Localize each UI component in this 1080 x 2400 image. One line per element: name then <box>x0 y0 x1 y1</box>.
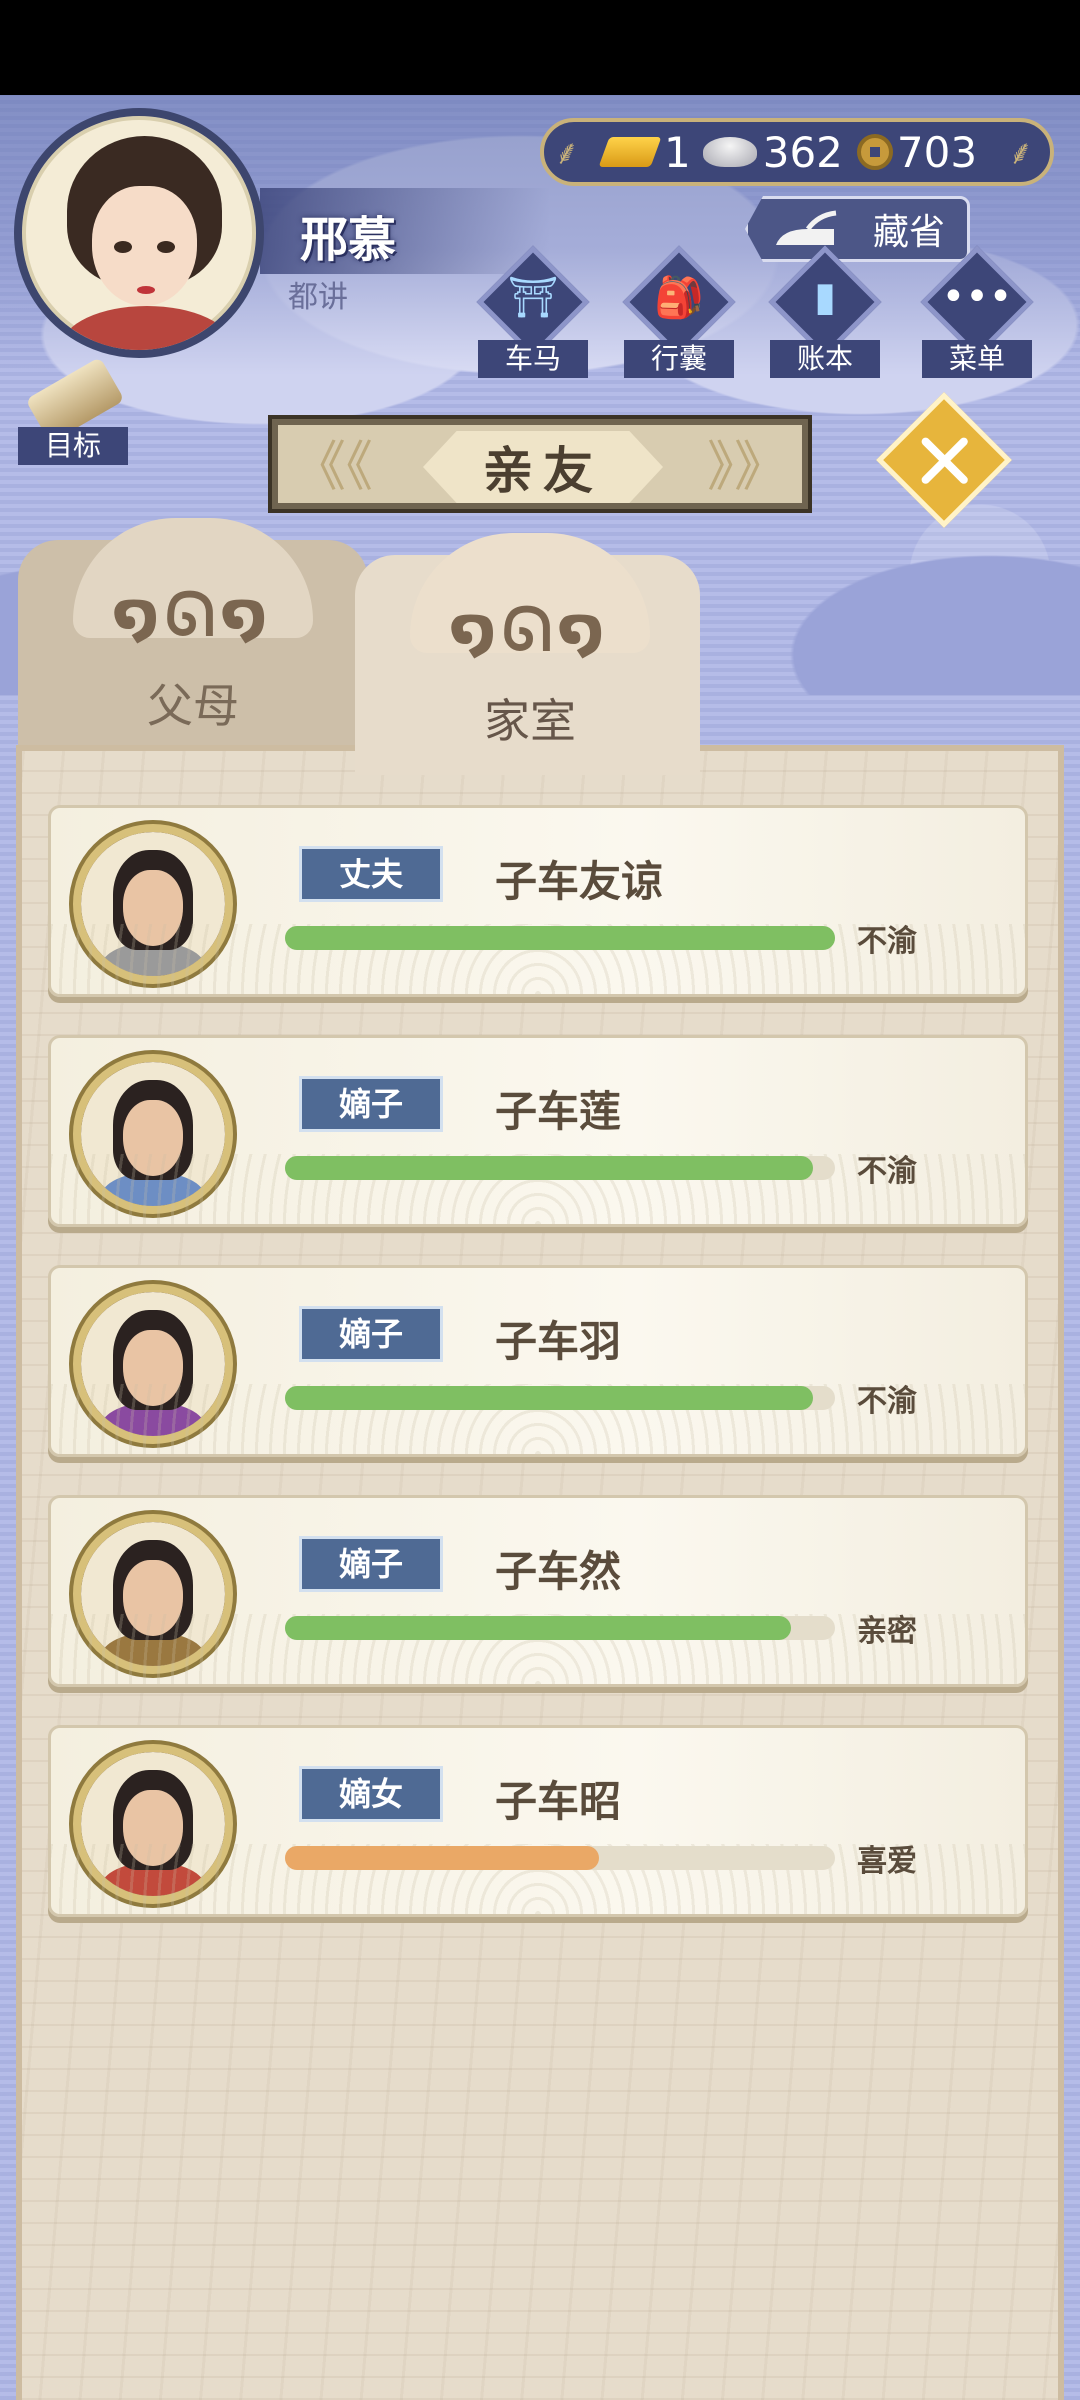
relative-portrait <box>73 1514 233 1674</box>
ledger-icon: ▮ <box>813 274 836 320</box>
more-menu-button[interactable]: ••• 菜单 <box>920 245 1034 382</box>
affinity-bar <box>285 1156 835 1180</box>
avatar-lip <box>137 286 155 294</box>
currency-bar: ⸙ 1 362 703 ⸙ <box>540 118 1054 186</box>
relative-card[interactable]: 嫡子 子车莲 不渝 <box>48 1035 1028 1227</box>
silver-ingot-icon <box>702 137 757 167</box>
relative-name: 子车昭 <box>495 1777 622 1826</box>
relative-name: 子车友谅 <box>495 857 664 906</box>
relation-status: 不渝 <box>857 1384 917 1419</box>
affinity-bar-fill <box>285 1386 813 1410</box>
bamboo-right-icon: ⸙ <box>1008 133 1034 173</box>
affinity-bar <box>285 1616 835 1640</box>
swirl-decoration: ໑ᘏ໑ <box>112 580 274 650</box>
tab-parents[interactable]: ໑ᘏ໑ 父母 <box>18 518 368 760</box>
more-menu-label: 菜单 <box>922 340 1032 378</box>
relative-portrait <box>73 1744 233 1904</box>
carriage-button[interactable]: ⛩ 车马 <box>476 245 590 382</box>
carriage-label: 车马 <box>478 340 588 378</box>
relative-card[interactable]: 嫡女 子车昭 喜爱 <box>48 1725 1028 1917</box>
player-title: 都讲 <box>288 280 348 315</box>
tab-parents-label: 父母 <box>147 679 239 733</box>
relation-badge: 嫡子 <box>299 1076 443 1132</box>
bundle-icon: 🎒 <box>654 275 704 321</box>
swirl-decoration: ໑ᘏ໑ <box>449 595 611 665</box>
status-bar <box>0 0 1080 95</box>
goal-label: 目标 <box>18 427 128 465</box>
avatar-eye <box>114 241 132 253</box>
page-title: 亲友 <box>423 431 663 503</box>
relation-badge: 嫡女 <box>299 1766 443 1822</box>
player-avatar[interactable] <box>14 108 264 358</box>
relative-card[interactable]: 嫡子 子车羽 不渝 <box>48 1265 1028 1457</box>
tab-family[interactable]: ໑ᘏ໑ 家室 <box>355 533 700 775</box>
tab-family-label: 家室 <box>484 694 576 748</box>
goal-button[interactable]: 目标 <box>18 356 128 465</box>
bundle-label: 行囊 <box>624 340 734 378</box>
page-title-plaque: 《《 亲友 》》 <box>268 415 812 513</box>
collection-button[interactable]: 藏省 <box>745 196 970 262</box>
relation-badge: 嫡子 <box>299 1536 443 1592</box>
gold-ingot-icon <box>598 137 662 167</box>
bamboo-left-icon: ⸙ <box>554 133 580 173</box>
relative-portrait <box>73 1284 233 1444</box>
relation-badge: 嫡子 <box>299 1306 443 1362</box>
avatar-eye <box>157 241 175 253</box>
relative-portrait <box>73 1054 233 1214</box>
ledger-label: 账本 <box>770 340 880 378</box>
relation-status: 喜爱 <box>857 1844 917 1879</box>
more-icon: ••• <box>941 274 1013 320</box>
affinity-bar-fill <box>285 926 835 950</box>
silver-count: 362 <box>762 127 843 177</box>
affinity-bar <box>285 926 835 950</box>
player-name: 邢慕 <box>300 212 397 268</box>
relation-status: 亲密 <box>857 1614 917 1649</box>
coin-count: 703 <box>896 127 978 177</box>
relation-status: 不渝 <box>857 924 917 959</box>
bundle-button[interactable]: 🎒 行囊 <box>622 245 736 382</box>
relation-status: 不渝 <box>857 1154 917 1189</box>
relative-name: 子车然 <box>495 1547 622 1596</box>
affinity-bar <box>285 1386 835 1410</box>
ledger-button[interactable]: ▮ 账本 <box>768 245 882 382</box>
relative-card[interactable]: 嫡子 子车然 亲密 <box>48 1495 1028 1687</box>
relative-portrait <box>73 824 233 984</box>
carriage-icon: ⛩ <box>507 275 559 321</box>
chevron-right-decoration: 》》 <box>707 435 788 498</box>
affinity-bar <box>285 1846 835 1870</box>
chevron-left-decoration: 《《 <box>292 435 373 498</box>
relative-card[interactable]: 丈夫 子车友谅 不渝 <box>48 805 1028 997</box>
copper-coin-icon <box>856 134 893 170</box>
affinity-bar-fill <box>285 1846 599 1870</box>
affinity-bar-fill <box>285 1156 813 1180</box>
affinity-bar-fill <box>285 1616 791 1640</box>
collection-label: 藏省 <box>872 212 945 253</box>
iron-icon <box>776 210 837 245</box>
gold-count: 1 <box>664 127 691 177</box>
relative-name: 子车羽 <box>495 1317 622 1366</box>
relative-name: 子车莲 <box>495 1087 622 1136</box>
relation-badge: 丈夫 <box>299 846 443 902</box>
